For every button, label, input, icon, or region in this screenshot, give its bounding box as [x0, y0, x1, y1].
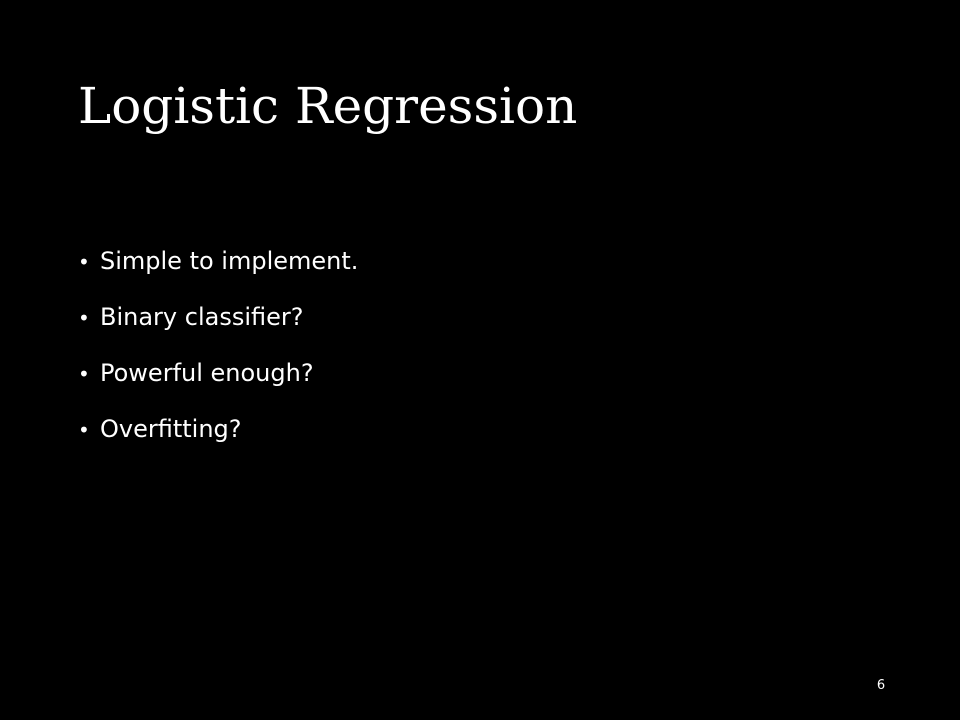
slide-title: Logistic Regression [78, 77, 578, 135]
bullet-list: • Simple to implement. • Binary classifi… [78, 248, 358, 472]
bullet-item: • Powerful enough? [78, 360, 358, 387]
slide-number: 6 [876, 678, 886, 693]
bullet-item: • Simple to implement. [78, 248, 358, 275]
bullet-dot-icon: • [78, 418, 90, 442]
bullet-text: Powerful enough? [100, 359, 314, 387]
slide: Logistic Regression • Simple to implemen… [0, 0, 960, 720]
bullet-item: • Binary classifier? [78, 304, 358, 331]
bullet-text: Simple to implement. [100, 247, 359, 275]
bullet-text: Binary classifier? [100, 303, 304, 331]
bullet-dot-icon: • [78, 306, 90, 330]
bullet-text: Overfitting? [100, 415, 242, 443]
bullet-item: • Overfitting? [78, 416, 358, 443]
bullet-dot-icon: • [78, 362, 90, 386]
bullet-dot-icon: • [78, 250, 90, 274]
